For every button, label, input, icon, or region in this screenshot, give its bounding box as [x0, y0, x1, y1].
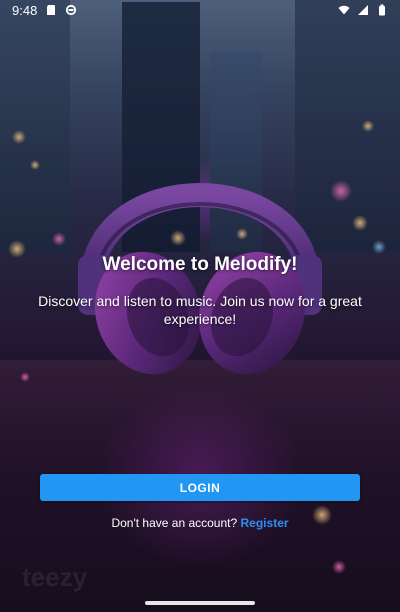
- welcome-title: Welcome to Melodify!: [102, 254, 298, 275]
- register-prompt: Don't have an account?: [111, 516, 238, 530]
- sd-card-icon: [47, 5, 56, 15]
- battery-icon: [379, 4, 385, 16]
- register-link[interactable]: Register: [241, 516, 289, 530]
- welcome-screen: 9:48 Welcome to Melodify! Discover and l…: [0, 0, 400, 612]
- login-button[interactable]: LOGIN: [40, 474, 360, 501]
- wifi-icon: [338, 5, 350, 15]
- watermark: teezy: [22, 562, 88, 592]
- status-time: 9:48: [12, 2, 38, 18]
- sync-icon: [66, 4, 77, 16]
- welcome-subtitle: Discover and listen to music. Join us no…: [38, 293, 362, 327]
- gesture-nav-handle[interactable]: [145, 601, 255, 605]
- status-bar: 9:48: [0, 0, 400, 20]
- signal-icon: [358, 5, 368, 15]
- register-prompt-row: Don't have an account? Register: [0, 516, 400, 530]
